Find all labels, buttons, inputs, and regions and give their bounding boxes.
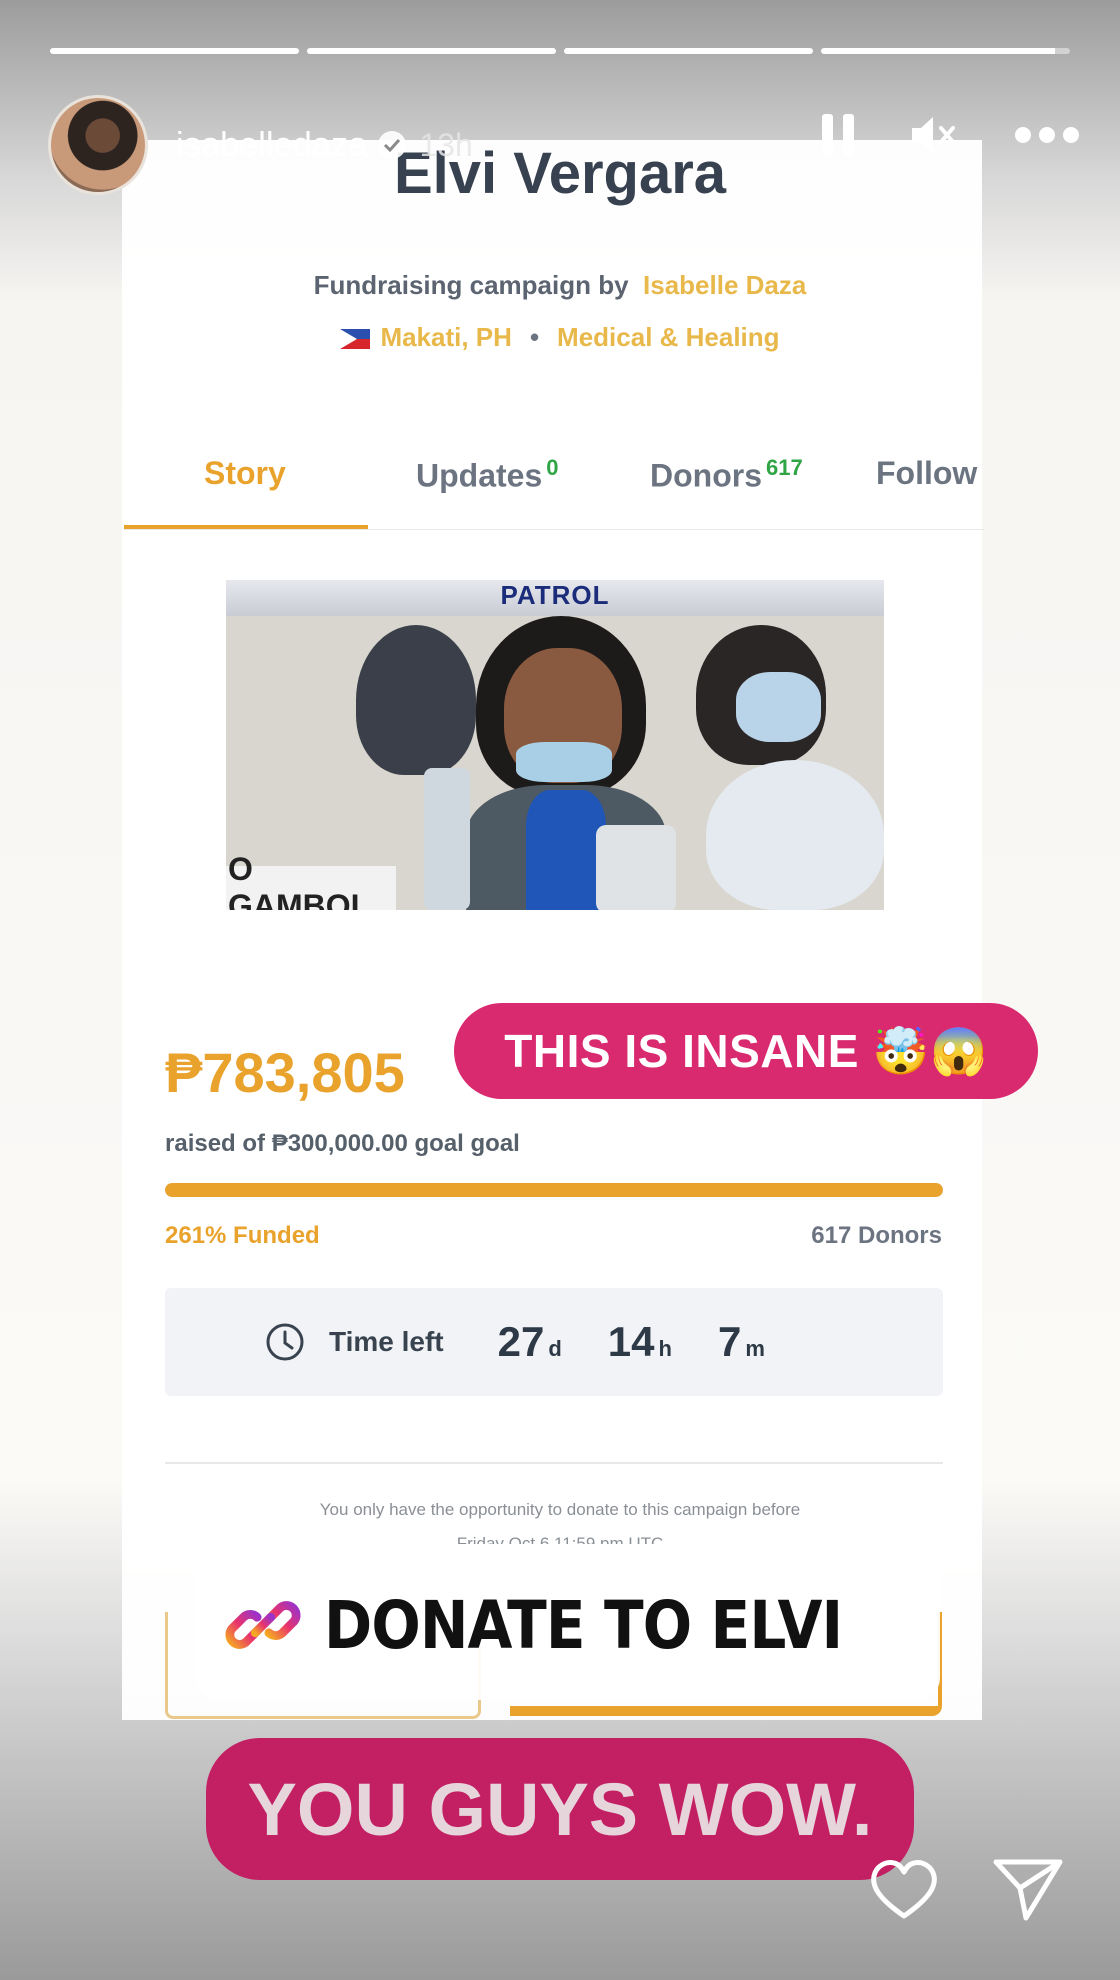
tab-story[interactable]: Story [204, 455, 286, 492]
funding-progress-bar [165, 1183, 943, 1197]
story-actions [866, 1852, 1066, 1928]
photo-mask [516, 742, 612, 782]
story-viewer: Elvi Vergara isabelledaza 13h Fundraisin… [0, 0, 1120, 1980]
photo-person [356, 625, 476, 775]
hours-left: 14 h [607, 1318, 672, 1365]
deadline-note: You only have the opportunity to donate … [319, 1500, 801, 1519]
tab-updates[interactable]: Updates 0 [416, 455, 559, 495]
time-left-box: Time left 27 d 14 h 7m [165, 1288, 943, 1396]
wow-sticker: YOU GUYS WOW. [206, 1738, 914, 1880]
clock-icon [266, 1323, 304, 1361]
photo-banner: PATROL [226, 580, 884, 616]
minutes-left: 7m [717, 1318, 765, 1365]
username[interactable]: isabelledaza [176, 126, 367, 165]
donors-count: 617 [766, 455, 803, 480]
section-divider [165, 1462, 943, 1464]
organizer-link[interactable]: Isabelle Daza [643, 270, 806, 300]
insane-sticker: THIS IS INSANE 🤯😱 [454, 1003, 1038, 1099]
photo-glass [596, 825, 676, 910]
tab-donors[interactable]: Donors 617 [650, 455, 803, 495]
ph-flag-icon [340, 329, 371, 350]
mute-icon[interactable] [910, 113, 960, 162]
separator-dot: • [529, 322, 540, 352]
avatar[interactable] [48, 95, 148, 195]
progress-segment [564, 48, 813, 54]
byline-prefix: Fundraising campaign by [313, 270, 629, 300]
goal-text: raised of ₱300,000.00 goal goal [165, 1130, 520, 1157]
campaign-tabs: Story Updates 0 Donors 617 Follow [124, 455, 984, 530]
time-left-label: Time left [329, 1326, 444, 1357]
donor-count[interactable]: 617 Donors [811, 1222, 942, 1250]
story-progress [50, 48, 1070, 54]
progress-segment-current [821, 48, 1070, 54]
verified-badge-icon [377, 130, 407, 160]
send-icon[interactable] [990, 1852, 1066, 1928]
tabs-divider [124, 529, 984, 530]
heart-icon[interactable] [866, 1852, 942, 1928]
campaign-card [122, 140, 982, 1720]
category-link[interactable]: Medical & Healing [557, 322, 780, 352]
story-header: isabelledaza 13h [48, 90, 1080, 200]
donate-link-label: DONATE TO ELVI [323, 1586, 843, 1664]
campaign-photo: PATROL O GAMBOL [226, 580, 884, 910]
photo-mask [736, 672, 821, 742]
location-link[interactable]: Makati, PH [380, 322, 512, 352]
progress-segment [307, 48, 556, 54]
story-controls [820, 112, 1080, 163]
campaign-byline: Fundraising campaign by Isabelle Daza [0, 270, 1120, 301]
link-icon [225, 1601, 300, 1649]
funding-progress-fill [165, 1183, 943, 1197]
photo-bottle [424, 768, 470, 910]
progress-segment [50, 48, 299, 54]
photo-placard: O GAMBOL [226, 851, 396, 910]
more-icon[interactable] [1014, 126, 1080, 149]
campaign-meta: Makati, PH • Medical & Healing [0, 322, 1120, 353]
amount-raised: ₱783,805 [165, 1041, 405, 1104]
donate-link-sticker[interactable]: DONATE TO ELVI [196, 1550, 940, 1700]
photo-person [706, 760, 884, 910]
funded-percent: 261% Funded [165, 1222, 320, 1249]
photo-shirt [526, 790, 606, 910]
pause-icon[interactable] [820, 112, 856, 163]
days-left: 27 d [497, 1318, 562, 1365]
updates-count: 0 [546, 455, 559, 480]
story-age: 13h [419, 126, 473, 163]
tab-follow[interactable]: Follow [876, 455, 977, 492]
deadline-note-date: Friday Oct 6 11:59 pm UTC [456, 1534, 664, 1544]
